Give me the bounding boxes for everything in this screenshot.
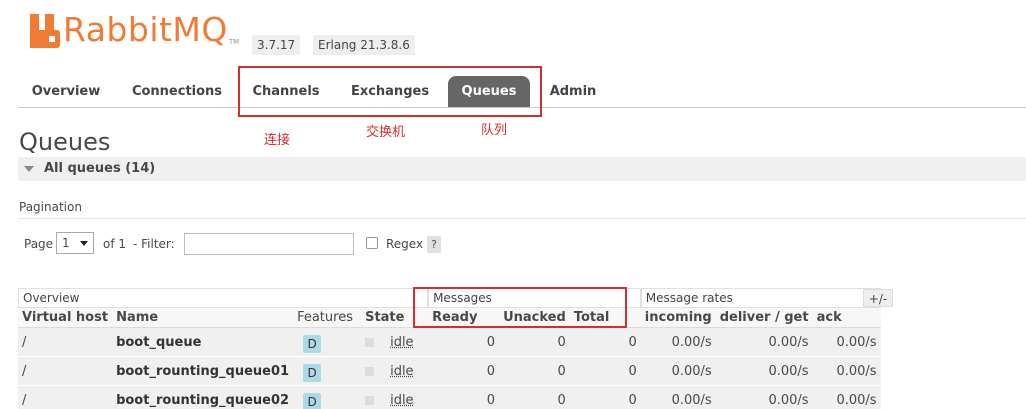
toggle-columns-button[interactable]: +/- [863,289,893,307]
col-name[interactable]: Name [112,308,294,328]
filter-row: Page 1 of 1 - Filter: Regex ? [24,232,1024,256]
durable-badge: D [303,364,322,382]
queue-name-link[interactable]: boot_rounting_queue01 [112,357,294,386]
page-select[interactable]: 1 [56,232,94,254]
col-features[interactable]: Features [293,308,362,328]
erlang-version-badge: Erlang 21.3.8.6 [313,35,415,55]
rabbitmq-logo-icon [30,14,60,48]
all-queues-section-toggle[interactable]: All queues (14) [18,157,1026,181]
durable-badge: D [303,393,322,409]
annotation-tabs-highlight [238,66,542,117]
cell-state: idle [361,386,429,409]
filter-input[interactable] [184,233,354,255]
cell-features: D [293,386,362,409]
cell-unacked: 0 [499,386,570,409]
state-indicator-icon [365,337,375,347]
regex-label: Regex [386,237,424,251]
tab-admin[interactable]: Admin [542,76,604,107]
cell-total: 0 [569,328,641,357]
cell-state: idle [361,357,429,386]
durable-badge: D [303,335,322,353]
tab-overview[interactable]: Overview [18,76,114,107]
annotation-channels: 连接 [264,133,291,148]
regex-help-button[interactable]: ? [427,236,441,253]
queue-name-link[interactable]: boot_rounting_queue02 [112,386,294,409]
page-label: Page [24,237,54,251]
annotation-queues: 队列 [481,123,508,138]
logo-text: RabbitMQ [63,10,228,49]
filter-label: - Filter: [133,237,175,251]
cell-features: D [293,357,362,386]
cell-ready: 0 [428,357,500,386]
cell-state: idle [361,328,429,357]
group-message-rates: Message rates [640,288,881,308]
cell-total: 0 [569,357,641,386]
logo-trademark: TM [228,38,240,46]
cell-ack: 0.00/s [812,386,881,409]
col-virtual-host[interactable]: Virtual host [18,308,113,328]
section-label: All queues (14) [44,161,156,176]
cell-deliver-get: 0.00/s [715,328,813,357]
cell-deliver-get: 0.00/s [715,386,813,409]
col-deliver-get[interactable]: deliver / get [715,308,813,328]
state-text: idle [390,334,414,350]
col-ack[interactable]: ack [812,308,881,328]
chevron-down-icon [80,241,88,246]
table-row: / boot_rounting_queue02 D idle 0 0 0 0.0… [18,386,881,409]
annotation-exchanges: 交换机 [366,125,406,140]
cell-ack: 0.00/s [812,357,881,386]
page-title: Queues [19,128,111,156]
rabbitmq-version-badge: 3.7.17 [252,35,301,55]
table-row: / boot_queue D idle 0 0 0 0.00/s 0.00/s … [18,328,881,357]
header: RabbitMQ TM 3.7.17 Erlang 21.3.8.6 [0,0,1026,70]
cell-features: D [293,328,362,357]
page-select-value: 1 [62,236,70,250]
collapse-triangle-icon [24,166,34,172]
state-indicator-icon [365,366,375,376]
table-row: / boot_rounting_queue01 D idle 0 0 0 0.0… [18,357,881,386]
group-overview: Overview [18,288,429,308]
cell-incoming: 0.00/s [640,328,716,357]
rabbitmq-logo[interactable]: RabbitMQ TM [30,12,239,48]
cell-incoming: 0.00/s [640,357,716,386]
cell-incoming: 0.00/s [640,386,716,409]
annotation-messages-highlight [413,287,627,328]
state-text: idle [390,392,414,408]
state-text: idle [390,363,414,379]
cell-ready: 0 [428,328,500,357]
regex-checkbox[interactable] [366,237,378,249]
queue-name-link[interactable]: boot_queue [112,328,294,357]
cell-unacked: 0 [499,328,570,357]
cell-deliver-get: 0.00/s [715,357,813,386]
page-count-label: of 1 [103,237,127,251]
cell-vhost: / [18,357,113,386]
cell-ready: 0 [428,386,500,409]
cell-ack: 0.00/s [812,328,881,357]
tab-connections[interactable]: Connections [124,76,230,107]
cell-vhost: / [18,386,113,409]
pagination-label[interactable]: Pagination [19,200,82,214]
cell-unacked: 0 [499,357,570,386]
cell-total: 0 [569,386,641,409]
pagination-divider [18,218,1026,219]
col-incoming[interactable]: incoming [640,308,716,328]
cell-vhost: / [18,328,113,357]
state-indicator-icon [365,395,375,405]
